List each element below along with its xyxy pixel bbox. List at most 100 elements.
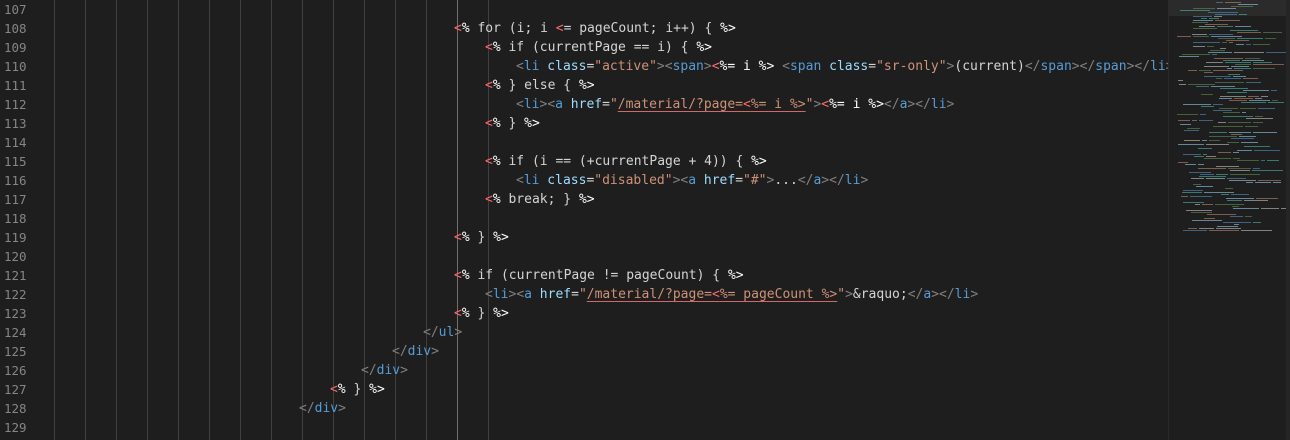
minimap-line	[1225, 2, 1241, 3]
minimap-line	[1244, 200, 1268, 201]
minimap-line	[1209, 140, 1220, 141]
minimap-line	[1253, 168, 1260, 169]
code-token: >	[656, 59, 665, 74]
minimap[interactable]	[1168, 0, 1290, 440]
code-line[interactable]: 129	[0, 418, 1168, 437]
code-text: </div>	[299, 399, 346, 418]
minimap-line	[1220, 88, 1248, 89]
minimap-line	[1187, 128, 1200, 129]
code-line[interactable]: 118	[0, 209, 1168, 228]
minimap-line	[1210, 50, 1225, 51]
code-text: <% if (i == (+currentPage + 4)) { %>	[485, 152, 767, 171]
code-line[interactable]: 117 <% break; } %>	[0, 190, 1168, 209]
minimap-line	[1190, 196, 1212, 197]
minimap-line	[1198, 148, 1212, 149]
code-token: "disabled"	[594, 173, 673, 188]
code-line[interactable]: 113 <% } %>	[0, 114, 1168, 133]
code-line[interactable]: 127 <% } %>	[0, 380, 1168, 399]
code-token: %>	[578, 192, 595, 207]
minimap-line	[1261, 160, 1265, 161]
code-token: <	[516, 173, 524, 188]
code-token: <	[330, 382, 338, 397]
code-token: ul	[438, 325, 455, 340]
code-token: </	[299, 401, 315, 416]
code-token: = pageCount; i++) {	[563, 21, 721, 36]
minimap-line	[1212, 54, 1217, 55]
code-line[interactable]: 120	[0, 247, 1168, 266]
code-token: >	[431, 344, 439, 359]
minimap-line	[1225, 188, 1233, 189]
minimap-line	[1235, 26, 1251, 27]
minimap-line	[1239, 14, 1247, 15]
minimap-line	[1225, 62, 1251, 63]
minimap-line	[1203, 154, 1207, 155]
code-token: <	[782, 59, 790, 74]
minimap-line	[1218, 122, 1226, 123]
code-editor[interactable]: 107 108 <% for (i; i <= pageCount; i++) { …	[0, 0, 1168, 440]
code-line[interactable]: 119 <% } %>	[0, 228, 1168, 247]
minimap-line	[1229, 42, 1233, 43]
code-line[interactable]: 115 <% if (i == (+currentPage + 4)) { %>	[0, 152, 1168, 171]
code-line[interactable]: 122 <li><a href="/material/?page=<%= page…	[0, 285, 1168, 304]
minimap-line	[1223, 112, 1240, 113]
code-line[interactable]: 110 <li class="active"><span><%= i %> <sp…	[0, 57, 1168, 76]
code-token: <	[711, 59, 720, 74]
line-number: 120	[4, 249, 27, 264]
code-line[interactable]: 128 </div>	[0, 399, 1168, 418]
minimap-line	[1265, 38, 1276, 39]
vertical-scrollbar[interactable]	[1286, 0, 1290, 440]
minimap-line	[1220, 48, 1226, 49]
minimap-line	[1183, 154, 1201, 155]
code-line[interactable]: 108 <% for (i; i <= pageCount; i++) { %>	[0, 19, 1168, 38]
code-token: %>	[524, 116, 540, 131]
minimap-line	[1193, 20, 1213, 21]
code-token: =	[868, 59, 877, 74]
code-token: a	[555, 97, 563, 112]
code-line[interactable]: 121 <% if (currentPage != pageCount) { %>	[0, 266, 1168, 285]
minimap-line	[1233, 208, 1259, 209]
line-number: 121	[4, 268, 27, 283]
minimap-line	[1192, 120, 1197, 121]
minimap-line	[1200, 174, 1214, 175]
code-line[interactable]: 111 <% } else { %>	[0, 76, 1168, 95]
minimap-line	[1254, 150, 1280, 151]
code-line[interactable]: 126 </div>	[0, 361, 1168, 380]
minimap-line	[1246, 118, 1273, 119]
minimap-line	[1202, 140, 1207, 141]
minimap-line	[1248, 96, 1259, 97]
minimap-line	[1204, 72, 1213, 73]
code-line[interactable]: 109 <% if (currentPage == i) { %>	[0, 38, 1168, 57]
code-token: </	[1024, 59, 1041, 74]
minimap-line	[1228, 122, 1251, 123]
code-line[interactable]: 107	[0, 0, 1168, 19]
code-line[interactable]: 124 </ul>	[0, 323, 1168, 342]
minimap-line	[1199, 70, 1211, 71]
code-line[interactable]: 114	[0, 133, 1168, 152]
minimap-line	[1193, 8, 1215, 9]
minimap-line	[1180, 124, 1191, 125]
code-text: <% } else { %>	[485, 76, 595, 95]
code-line[interactable]: 123 <% } %>	[0, 304, 1168, 323]
code-token: %	[492, 40, 501, 55]
code-token: >	[821, 173, 830, 188]
minimap-line	[1223, 60, 1240, 61]
code-token: (current)	[954, 59, 1025, 74]
line-number: 115	[4, 154, 27, 169]
code-token: span	[789, 59, 822, 74]
code-line[interactable]: 116 <li class="disabled"><a href="#">...<…	[0, 171, 1168, 190]
minimap-line	[1241, 230, 1272, 231]
minimap-line	[1213, 110, 1232, 111]
minimap-line	[1236, 44, 1244, 45]
code-token: %	[492, 192, 501, 207]
code-token: %>	[493, 306, 509, 321]
code-token: /material/?page=	[617, 97, 743, 112]
code-line[interactable]: 112 <li><a href="/material/?page=<%= i %>…	[0, 95, 1168, 114]
minimap-line	[1199, 120, 1213, 121]
code-token: } else {	[500, 78, 579, 93]
minimap-line	[1253, 68, 1275, 69]
minimap-line	[1207, 214, 1236, 215]
minimap-line	[1234, 68, 1251, 69]
minimap-line	[1179, 56, 1199, 57]
code-line[interactable]: 125 </div>	[0, 342, 1168, 361]
